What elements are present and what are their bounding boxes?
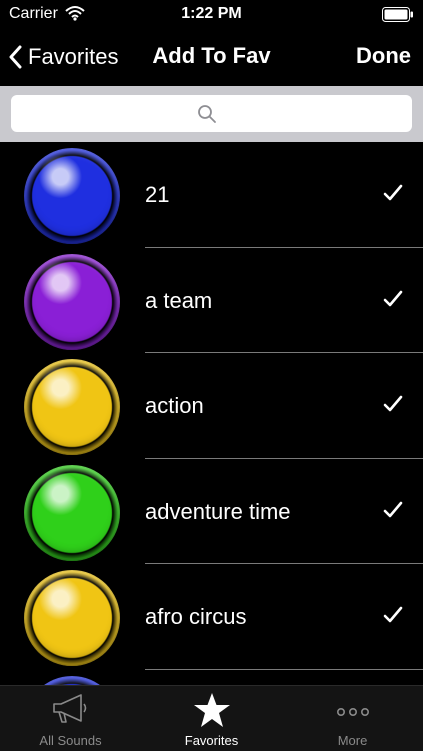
tab-bar: All Sounds Favorites More (0, 685, 423, 751)
row-label: afro circus (145, 604, 247, 630)
sound-button-icon (24, 570, 120, 667)
back-label: Favorites (28, 44, 119, 69)
checkmark-icon (383, 184, 403, 201)
list-item[interactable]: 21 (0, 142, 423, 248)
list-item[interactable]: action (0, 353, 423, 459)
tab-favorites-label: Favorites (184, 733, 239, 748)
tab-more-label: More (337, 733, 368, 748)
tab-all-sounds-label: All Sounds (39, 733, 102, 748)
status-time: 1:22 PM (181, 5, 242, 22)
checkmark-icon (383, 395, 403, 412)
search-bar (0, 86, 423, 142)
row-label: adventure time (145, 498, 291, 524)
nav-bar: Favorites Add To Fav Done (0, 30, 423, 86)
search-input[interactable] (11, 95, 412, 132)
sound-button-icon (24, 253, 120, 350)
sound-button-icon (24, 148, 120, 244)
tab-more[interactable]: More (282, 686, 423, 751)
megaphone-icon (52, 694, 86, 723)
star-icon (193, 693, 230, 727)
done-button[interactable]: Done (356, 43, 411, 69)
row-label: a team (145, 287, 213, 313)
more-icon (336, 707, 369, 716)
list-item[interactable]: afro circus (0, 564, 423, 670)
sound-button-icon (24, 359, 120, 456)
checkmark-icon (383, 501, 403, 518)
list-item[interactable]: adventure time (0, 459, 423, 565)
list-item[interactable]: a team (0, 248, 423, 354)
status-bar: Carrier 1:22 PM (0, 0, 423, 30)
sound-list[interactable]: 21 a team action adventure time afro circus (0, 142, 423, 685)
back-button[interactable]: Favorites (8, 40, 118, 74)
chevron-left-icon (9, 45, 22, 69)
row-label: action (145, 393, 204, 419)
checkmark-icon (383, 607, 403, 623)
sound-button-icon (24, 464, 120, 561)
battery-icon (382, 7, 413, 22)
tab-favorites[interactable]: Favorites (141, 686, 282, 751)
row-label: 21 (145, 182, 170, 207)
sound-button-icon (24, 675, 120, 685)
list-item[interactable] (0, 670, 423, 685)
tab-all-sounds[interactable]: All Sounds (0, 686, 141, 751)
checkmark-icon (383, 290, 403, 306)
